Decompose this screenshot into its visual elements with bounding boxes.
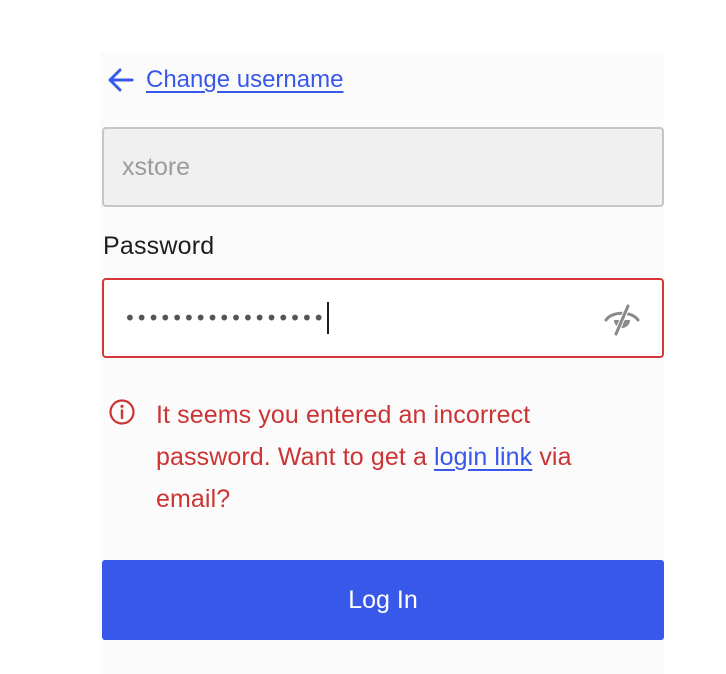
info-circle-icon [108,397,136,520]
login-link[interactable]: login link [434,443,532,471]
change-username-label: Change username [146,66,344,93]
eye-hidden-icon[interactable] [602,302,642,338]
username-field[interactable] [102,127,664,207]
password-error-message: It seems you entered an incorrect passwo… [108,394,628,520]
password-masked-value: ••••••••••••••••• [124,306,325,330]
log-in-button[interactable]: Log In [102,560,664,640]
text-caret [326,302,329,334]
change-username-link[interactable]: Change username [106,66,343,94]
password-input[interactable]: ••••••••••••••••• [102,278,664,358]
password-label: Password [103,232,215,260]
error-text: It seems you entered an incorrect passwo… [156,394,628,520]
arrow-left-icon [106,67,134,93]
